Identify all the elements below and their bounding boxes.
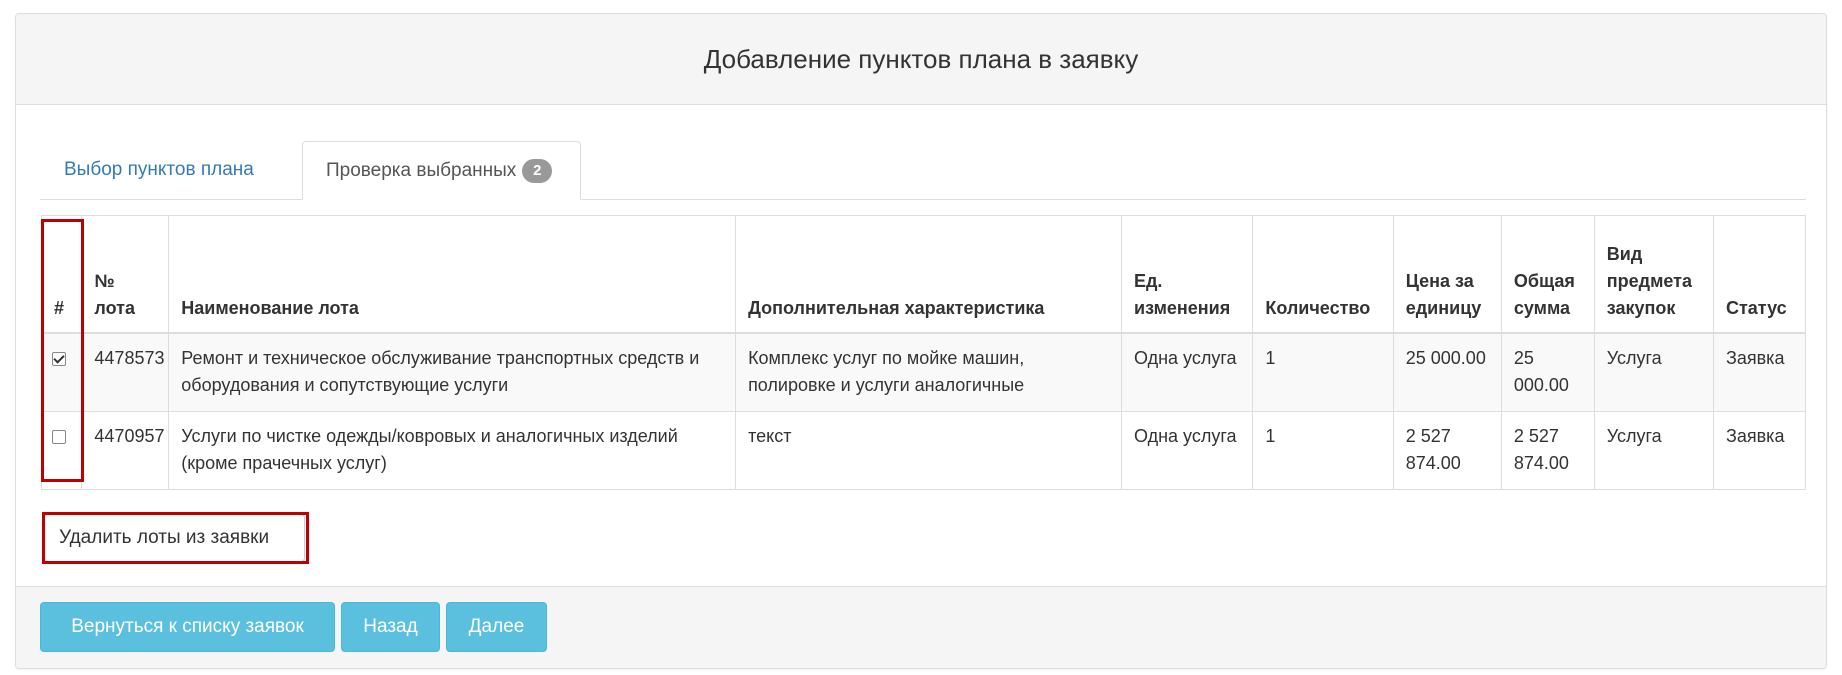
quantity-cell: 1 [1252,411,1394,490]
status-cell: Заявка [1712,332,1807,412]
table-header-row: # № лота Наименование лота Дополнительна… [40,215,1807,334]
select-cell [40,411,83,490]
table-row[interactable]: 4470957 Услуги по чистке одежды/ковровых… [40,411,1807,490]
lot-number-cell: 4478573 [81,332,170,412]
delete-lots-button[interactable]: Удалить лоты из заявки [43,514,305,562]
tab-label: Проверка выбранных [326,159,517,181]
column-header-select: # [40,215,83,334]
status-cell: Заявка [1712,411,1807,490]
column-header-lot-number: № лота [81,215,170,334]
checkbox-unchecked-icon[interactable] [52,430,66,444]
unit-cell: Одна услуга [1120,411,1254,490]
total-cell: 2 527 874.00 [1500,411,1595,490]
procurement-type-cell: Услуга [1593,332,1714,412]
tab-select-plan-items[interactable]: Выбор пунктов плана [40,141,284,199]
panel-footer: Вернуться к списку заявок Назад Далее [16,586,1826,668]
column-header-status: Статус [1712,215,1807,334]
lot-name-cell: Услуги по чистке одежды/ковровых и анало… [168,411,737,490]
panel-heading: Добавление пунктов плана в заявку [16,14,1826,105]
checkbox-checked-icon[interactable] [52,352,66,366]
back-to-requests-button[interactable]: Вернуться к списку заявок [40,602,335,652]
tabs-bar: Выбор пунктов плана Проверка выбранных 2 [40,128,1806,200]
column-header-procurement-type: Вид предмета закупок [1593,215,1714,334]
column-header-total: Общая сумма [1500,215,1595,334]
column-header-quantity: Количество [1252,215,1394,334]
table-row[interactable]: 4478573 Ремонт и техническое обслуживани… [40,332,1807,412]
column-header-lot-name: Наименование лота [168,215,737,334]
next-button[interactable]: Далее [446,602,547,652]
extra-cell: текст [735,411,1122,490]
page-title: Добавление пунктов плана в заявку [703,43,1139,74]
procurement-type-cell: Услуга [1593,411,1714,490]
extra-cell: Комплекс услуг по мойке машин, полировке… [735,332,1122,412]
lot-name-cell: Ремонт и техническое обслуживание трансп… [168,332,737,412]
column-header-unit-price: Цена за единицу [1392,215,1502,334]
lot-number-cell: 4470957 [81,411,170,490]
column-header-unit: Ед. изменения [1120,215,1254,334]
select-cell [40,332,83,412]
unit-price-cell: 2 527 874.00 [1392,411,1502,490]
back-button[interactable]: Назад [341,602,440,652]
tab-check-selected[interactable]: Проверка выбранных 2 [302,141,581,200]
quantity-cell: 1 [1252,332,1394,412]
total-cell: 25 000.00 [1500,332,1595,412]
column-header-extra: Дополнительная характеристика [735,215,1122,334]
selected-count-badge: 2 [522,158,553,183]
unit-cell: Одна услуга [1120,332,1254,412]
main-panel: Добавление пунктов плана в заявку Выбор … [15,13,1827,669]
lots-table: # № лота Наименование лота Дополнительна… [40,215,1807,490]
unit-price-cell: 25 000.00 [1392,332,1502,412]
tab-label: Выбор пунктов плана [64,159,254,180]
